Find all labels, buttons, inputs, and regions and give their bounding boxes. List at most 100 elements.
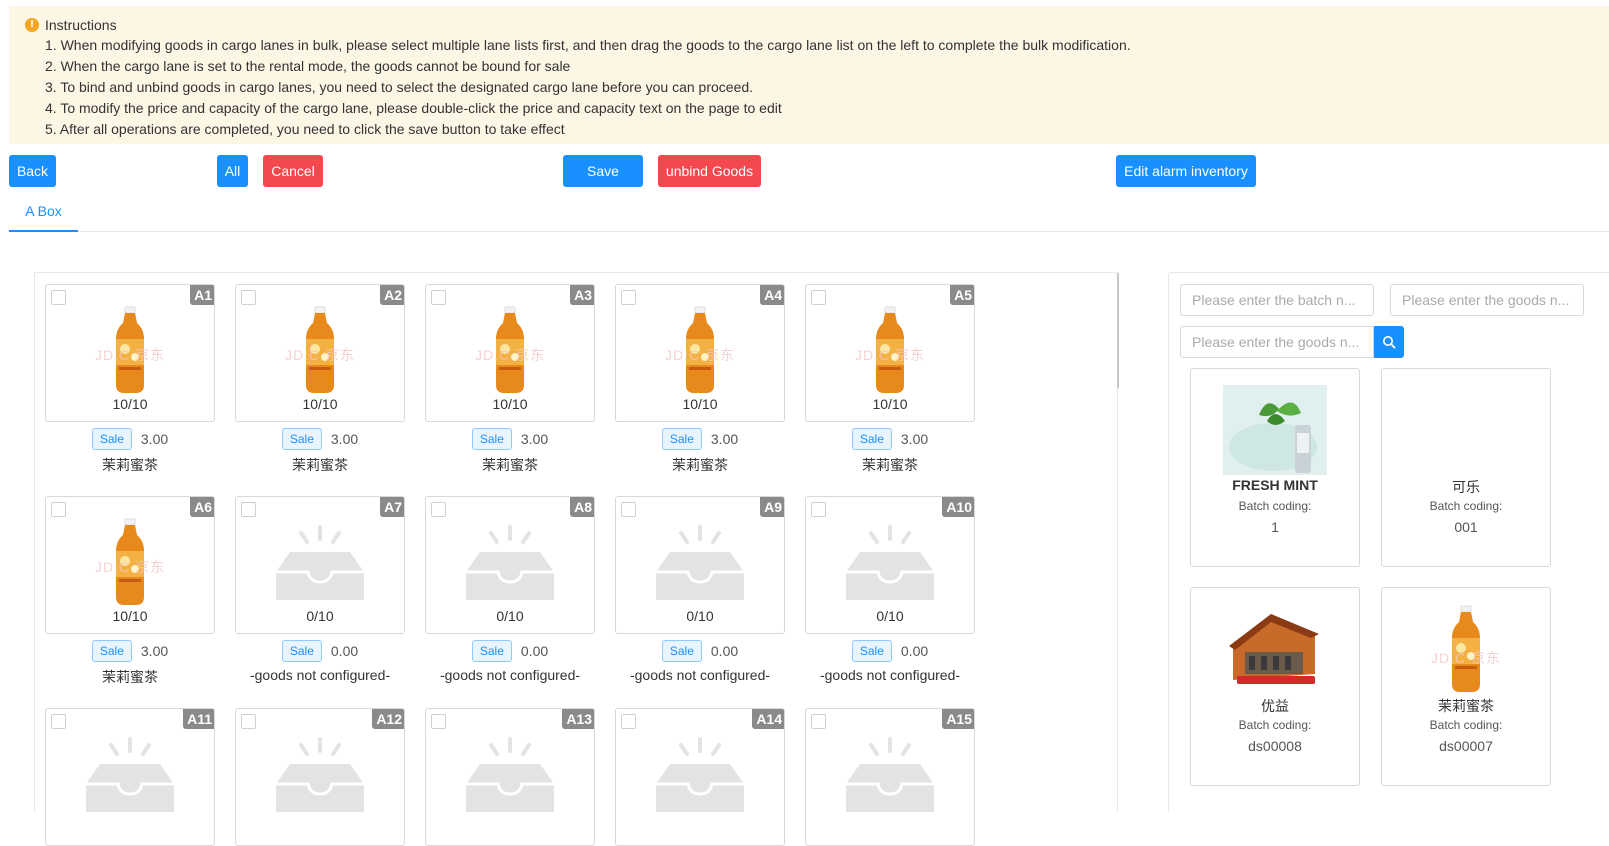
goods-card[interactable]: 优益 Batch coding: ds00008 [1190,587,1360,786]
batch-coding-label: Batch coding: [1429,718,1503,732]
empty-box-icon [426,729,594,819]
cargo-lane[interactable]: JD.C 京东 A5 10/10 Sale 3.00 茉莉蜜茶 [805,284,975,475]
cargo-lane[interactable]: A8 0/10 Sale 0.00 -goods not configured- [425,496,595,687]
lane-checkbox[interactable] [431,714,446,729]
lane-card[interactable]: A11 [45,708,215,846]
search-button[interactable] [1374,326,1404,358]
cargo-lane[interactable]: JD.C 京东 A1 10/10 Sale 3.00 茉莉蜜茶 [45,284,215,475]
lane-price[interactable]: 3.00 [901,431,928,447]
cargo-lane[interactable]: A15 [805,708,975,846]
lane-code-badge: A8 [570,497,594,517]
empty-box-icon [616,729,784,819]
sale-mode-tag: Sale [851,428,892,450]
lane-checkbox[interactable] [51,714,66,729]
empty-box-icon [806,729,974,819]
lane-card[interactable]: JD.C 京东 A5 10/10 [805,284,975,422]
lane-checkbox[interactable] [621,290,636,305]
cargo-lane[interactable]: JD.C 京东 A3 10/10 Sale 3.00 茉莉蜜茶 [425,284,595,475]
edit-alarm-inventory-button[interactable]: Edit alarm inventory [1116,155,1256,187]
lane-price[interactable]: 0.00 [901,643,928,659]
cargo-lane[interactable]: A14 [615,708,785,846]
lane-checkbox[interactable] [51,502,66,517]
box-tabs: A Box [9,192,1609,232]
lane-price[interactable]: 3.00 [141,643,168,659]
lane-card[interactable]: JD.C 京东 A1 10/10 [45,284,215,422]
cargo-lane[interactable]: JD.C 京东 A2 10/10 Sale 3.00 茉莉蜜茶 [235,284,405,475]
cargo-lane[interactable]: A9 0/10 Sale 0.00 -goods not configured- [615,496,785,687]
back-button[interactable]: Back [9,155,56,187]
lane-price[interactable]: 3.00 [331,431,358,447]
lane-capacity[interactable]: 10/10 [806,396,974,412]
cargo-lane[interactable]: A10 0/10 Sale 0.00 -goods not configured- [805,496,975,687]
lane-card[interactable]: A7 0/10 [235,496,405,634]
tab-a-box[interactable]: A Box [9,192,78,232]
lane-checkbox[interactable] [811,290,826,305]
lane-checkbox[interactable] [241,290,256,305]
lane-price[interactable]: 3.00 [141,431,168,447]
batch-search-input[interactable] [1180,284,1374,316]
lane-card[interactable]: A15 [805,708,975,846]
lane-card[interactable]: A14 [615,708,785,846]
lane-checkbox[interactable] [241,502,256,517]
lane-checkbox[interactable] [241,714,256,729]
lane-price[interactable]: 0.00 [521,643,548,659]
empty-box-icon [236,729,404,819]
cargo-lane[interactable]: A13 [425,708,595,846]
goods-card[interactable]: FRESH MINT Batch coding: 1 [1190,368,1360,567]
lane-card[interactable]: A12 [235,708,405,846]
lane-capacity[interactable]: 0/10 [616,608,784,624]
goods-panel: FRESH MINT Batch coding: 1 可乐 Batch coding: 0… [1168,272,1609,812]
lane-capacity[interactable]: 10/10 [616,396,784,412]
lane-checkbox[interactable] [811,502,826,517]
cargo-lane[interactable]: A7 0/10 Sale 0.00 -goods not configured- [235,496,405,687]
lane-capacity[interactable]: 10/10 [426,396,594,412]
cargo-lane[interactable]: A12 [235,708,405,846]
unbind-goods-button[interactable]: unbind Goods [658,155,761,187]
cancel-button[interactable]: Cancel [263,155,323,187]
goods-name-search-input[interactable] [1390,284,1584,316]
lane-card[interactable]: JD.C 京东 A3 10/10 [425,284,595,422]
scrollbar[interactable] [1117,273,1119,388]
lane-capacity[interactable]: 0/10 [236,608,404,624]
lane-goods-name: 茉莉蜜茶 [102,457,158,473]
cargo-lane[interactable]: A11 [45,708,215,846]
lane-capacity[interactable]: 10/10 [236,396,404,412]
sale-mode-tag: Sale [661,640,702,662]
lane-checkbox[interactable] [621,714,636,729]
warning-icon: ! [25,17,39,32]
lane-checkbox[interactable] [811,714,826,729]
lane-card[interactable]: A10 0/10 [805,496,975,634]
lane-card[interactable]: A13 [425,708,595,846]
lane-price[interactable]: 3.00 [711,431,738,447]
lane-capacity[interactable]: 0/10 [806,608,974,624]
sale-mode-tag: Sale [91,640,132,662]
goods-card[interactable]: 可乐 Batch coding: 001 [1381,368,1551,567]
lane-checkbox[interactable] [431,502,446,517]
sale-mode-tag: Sale [851,640,892,662]
goods-image [1223,604,1327,694]
instructions-banner: ! Instructions 1. When modifying goods i… [9,6,1609,144]
lane-capacity[interactable]: 10/10 [46,396,214,412]
lane-card[interactable]: JD.C 京东 A2 10/10 [235,284,405,422]
goods-image [1414,385,1518,475]
cargo-lane[interactable]: JD.C 京东 A4 10/10 Sale 3.00 茉莉蜜茶 [615,284,785,475]
lane-price[interactable]: 3.00 [521,431,548,447]
lane-card[interactable]: A9 0/10 [615,496,785,634]
lane-capacity[interactable]: 0/10 [426,608,594,624]
lane-card[interactable]: A8 0/10 [425,496,595,634]
lane-card[interactable]: JD.C 京东 A6 10/10 [45,496,215,634]
lane-price[interactable]: 0.00 [711,643,738,659]
lane-meta: Sale 0.00 [235,639,405,663]
lane-card[interactable]: JD.C 京东 A4 10/10 [615,284,785,422]
lane-checkbox[interactable] [621,502,636,517]
lane-capacity[interactable]: 10/10 [46,608,214,624]
cargo-lane[interactable]: JD.C 京东 A6 10/10 Sale 3.00 茉莉蜜茶 [45,496,215,687]
lane-price[interactable]: 0.00 [331,643,358,659]
lane-checkbox[interactable] [431,290,446,305]
lane-checkbox[interactable] [51,290,66,305]
goods-card[interactable]: JD.C 京东 茉莉蜜茶 Batch coding: ds00007 [1381,587,1551,786]
select-all-button[interactable]: All [217,155,248,187]
save-button[interactable]: Save [563,155,643,187]
goods-name: 茉莉蜜茶 [1438,698,1494,714]
goods-search-input[interactable] [1180,326,1374,358]
